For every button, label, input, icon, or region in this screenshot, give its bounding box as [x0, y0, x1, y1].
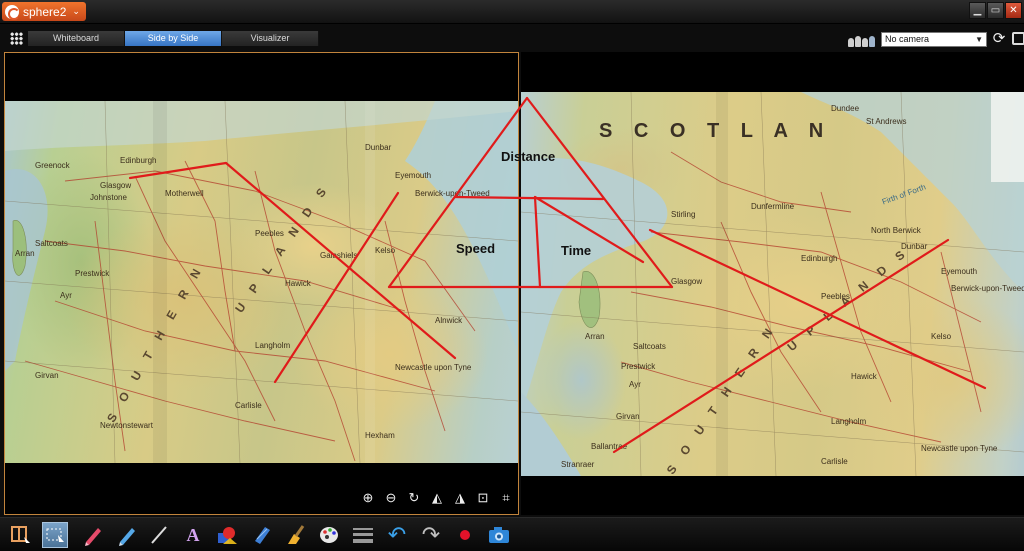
line-width-icon[interactable]	[350, 522, 376, 548]
participants-icon[interactable]	[848, 33, 878, 47]
map-label: Dundee	[831, 104, 860, 113]
popout-icon[interactable]	[1012, 32, 1024, 45]
zoom-in-icon[interactable]: ⊕	[359, 489, 377, 507]
camera-select[interactable]: No camera ▼	[881, 32, 987, 47]
camera-icon[interactable]	[486, 522, 512, 548]
record-icon[interactable]	[452, 522, 478, 548]
tab-whiteboard[interactable]: Whiteboard	[28, 31, 125, 46]
map-label: Langholm	[255, 341, 291, 350]
left-camera-panel[interactable]: Edinburgh Glasgow Greenock Johnstone Mot…	[4, 52, 519, 515]
map-label: Ayr	[60, 291, 72, 300]
window-controls: ▁ ▭ ✕	[969, 2, 1022, 19]
app-menu-button[interactable]: sphere2 ⌄	[2, 2, 86, 21]
minimize-button[interactable]: ▁	[969, 2, 986, 19]
map-label: Dunfermline	[751, 202, 795, 211]
sphere2-window: sphere2 ⌄ ▁ ▭ ✕ Whiteboard Side by Side …	[0, 0, 1024, 551]
palette-icon[interactable]	[316, 522, 342, 548]
map-label: Berwick-upon-Tweed	[951, 284, 1024, 293]
map-label: Dunbar	[365, 143, 392, 152]
map-label: Arran	[15, 249, 35, 258]
map-label: Glasgow	[100, 181, 132, 190]
map-label: Edinburgh	[120, 156, 157, 165]
right-image-panel[interactable]: S C O T L A N Edinburgh Glasgow Stirling…	[521, 52, 1024, 515]
map-label: Hexham	[365, 431, 395, 440]
right-map-image: S C O T L A N Edinburgh Glasgow Stirling…	[521, 92, 1024, 476]
map-label: Prestwick	[75, 269, 110, 278]
flip-vertical-icon[interactable]: ◮	[451, 489, 469, 507]
map-label: Newcastle upon Tyne	[395, 363, 472, 372]
bottom-toolbar: A ↶ ↷	[0, 517, 1024, 551]
refresh-icon[interactable]: ⟳	[991, 31, 1007, 47]
tab-visualizer[interactable]: Visualizer	[222, 31, 319, 46]
rotate-icon[interactable]: ↻	[405, 489, 423, 507]
mode-tabs: Whiteboard Side by Side Visualizer	[28, 31, 319, 46]
map-label: Girvan	[35, 371, 59, 380]
map-label: Alnwick	[435, 316, 463, 325]
camera-select-value: No camera	[885, 34, 930, 44]
layout-icon[interactable]	[8, 522, 34, 548]
map-label: Berwick-upon-Tweed	[415, 189, 490, 198]
map-label: Kelso	[375, 246, 396, 255]
map-label: Arran	[585, 332, 605, 341]
map-label: Glasgow	[671, 277, 703, 286]
tab-side-by-side[interactable]: Side by Side	[125, 31, 222, 46]
country-label: S C O T L A N	[599, 120, 832, 142]
map-label: Peebles	[255, 229, 284, 238]
shapes-icon[interactable]	[214, 522, 240, 548]
map-label: Saltcoats	[35, 239, 68, 248]
blue-pen-icon[interactable]	[114, 522, 140, 548]
map-label: Edinburgh	[801, 254, 838, 263]
select-icon[interactable]	[42, 522, 68, 548]
map-label: Girvan	[616, 412, 640, 421]
crop-icon[interactable]: ⌗	[497, 489, 515, 507]
distance-label: Distance	[501, 149, 556, 164]
eraser-icon[interactable]	[282, 522, 308, 548]
title-bar: sphere2 ⌄ ▁ ▭ ✕	[0, 0, 1024, 24]
flip-horizontal-icon[interactable]: ◭	[428, 489, 446, 507]
map-label: Prestwick	[621, 362, 656, 371]
zoom-out-icon[interactable]: ⊖	[382, 489, 400, 507]
map-label: Stirling	[671, 210, 696, 219]
undo-icon[interactable]: ↶	[384, 522, 410, 548]
map-label: Ballantrae	[591, 442, 628, 451]
map-label: Greenock	[35, 161, 70, 170]
redo-icon[interactable]: ↷	[418, 522, 444, 548]
map-label: St Andrews	[866, 117, 907, 126]
map-label: Eyemouth	[395, 171, 432, 180]
apps-grid-icon[interactable]	[10, 32, 23, 45]
close-button[interactable]: ✕	[1005, 2, 1022, 19]
speed-label: Speed	[456, 241, 496, 256]
fit-icon[interactable]: ⊡	[474, 489, 492, 507]
map-label: Stranraer	[561, 460, 595, 469]
map-label: Kelso	[931, 332, 952, 341]
map-label: Motherwell	[165, 189, 204, 198]
map-label: Carlisle	[235, 401, 262, 410]
map-label: Hawick	[285, 279, 311, 288]
maximize-button[interactable]: ▭	[987, 2, 1004, 19]
map-label: Newcastle upon Tyne	[921, 444, 998, 453]
map-label: Carlisle	[821, 457, 848, 466]
highlighter-icon[interactable]	[248, 522, 274, 548]
chevron-down-icon: ⌄	[72, 6, 80, 16]
map-label: Ayr	[629, 380, 641, 389]
map-label: Galashiels	[320, 251, 358, 260]
map-label: Saltcoats	[633, 342, 666, 351]
map-label: Newtonstewart	[100, 421, 153, 430]
map-label: Eyemouth	[941, 267, 978, 276]
sphere-logo-icon	[5, 4, 20, 20]
view-tools: ⊕ ⊖ ↻ ◭ ◮ ⊡ ⌗	[359, 489, 515, 507]
dropdown-arrow-icon: ▼	[975, 35, 983, 44]
red-pen-icon[interactable]	[80, 522, 106, 548]
app-title: sphere2	[23, 4, 67, 19]
left-map-image: Edinburgh Glasgow Greenock Johnstone Mot…	[5, 101, 518, 463]
map-label: North Berwick	[871, 226, 921, 235]
text-icon[interactable]: A	[180, 522, 206, 548]
right-map-roads	[521, 92, 1024, 476]
map-label: Langholm	[831, 417, 867, 426]
map-label: Hawick	[851, 372, 877, 381]
time-label: Time	[561, 243, 592, 258]
map-label: Johnstone	[90, 193, 127, 202]
line-icon[interactable]	[146, 522, 172, 548]
